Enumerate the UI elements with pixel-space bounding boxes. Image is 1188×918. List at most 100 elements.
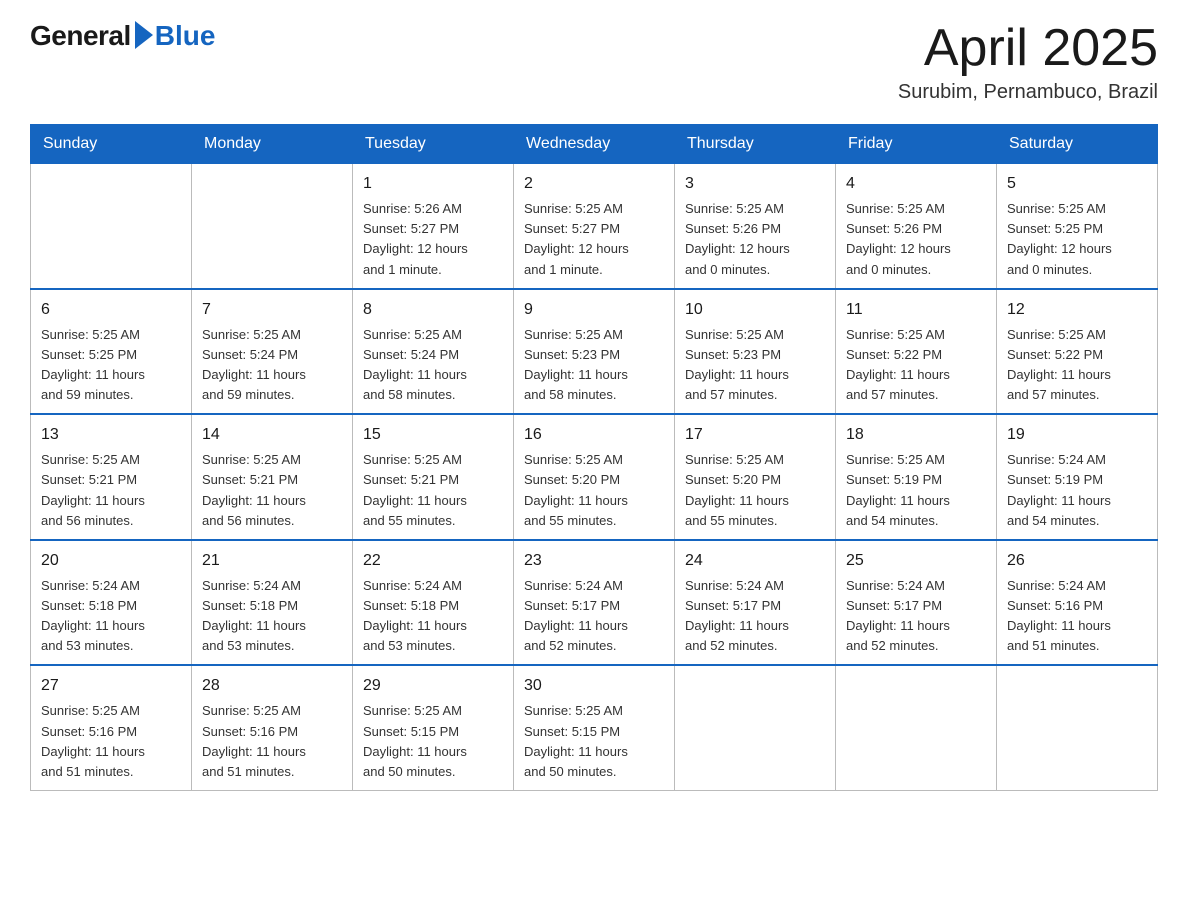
day-info: Sunrise: 5:25 AMSunset: 5:24 PMDaylight:… [202,325,342,406]
calendar-cell [675,665,836,790]
month-year-title: April 2025 [898,20,1158,77]
header-thursday: Thursday [675,125,836,164]
day-info: Sunrise: 5:24 AMSunset: 5:17 PMDaylight:… [685,576,825,657]
day-number: 15 [363,423,503,447]
day-info: Sunrise: 5:25 AMSunset: 5:15 PMDaylight:… [363,701,503,782]
day-info: Sunrise: 5:25 AMSunset: 5:26 PMDaylight:… [685,199,825,280]
day-number: 9 [524,298,664,322]
calendar-cell [192,164,353,289]
header-monday: Monday [192,125,353,164]
calendar-cell: 9 Sunrise: 5:25 AMSunset: 5:23 PMDaylight… [514,289,675,415]
day-info: Sunrise: 5:25 AMSunset: 5:21 PMDaylight:… [363,450,503,531]
calendar-cell: 10 Sunrise: 5:25 AMSunset: 5:23 PMDayligh… [675,289,836,415]
day-info: Sunrise: 5:24 AMSunset: 5:18 PMDaylight:… [363,576,503,657]
calendar-cell: 8Sunrise: 5:25 AMSunset: 5:24 PMDaylight… [353,289,514,415]
calendar-week-row: 1Sunrise: 5:26 AMSunset: 5:27 PMDaylight… [31,164,1158,289]
calendar-cell: 20 Sunrise: 5:24 AMSunset: 5:18 PMDayligh… [31,540,192,666]
day-number: 16 [524,423,664,447]
day-number: 21 [202,549,342,573]
day-number: 6 [41,298,181,322]
day-info: Sunrise: 5:25 AMSunset: 5:27 PMDaylight:… [524,199,664,280]
day-number: 11 [846,298,986,322]
day-number: 26 [1007,549,1147,573]
day-info: Sunrise: 5:24 AMSunset: 5:17 PMDaylight:… [846,576,986,657]
day-info: Sunrise: 5:25 AMSunset: 5:23 PMDaylight:… [685,325,825,406]
day-number: 13 [41,423,181,447]
day-number: 23 [524,549,664,573]
calendar-header-row: SundayMondayTuesdayWednesdayThursdayFrid… [31,125,1158,164]
header-tuesday: Tuesday [353,125,514,164]
day-info: Sunrise: 5:26 AMSunset: 5:27 PMDaylight:… [363,199,503,280]
calendar-week-row: 27 Sunrise: 5:25 AMSunset: 5:16 PMDayligh… [31,665,1158,790]
day-info: Sunrise: 5:24 AMSunset: 5:19 PMDaylight:… [1007,450,1147,531]
calendar-cell: 18 Sunrise: 5:25 AMSunset: 5:19 PMDayligh… [836,414,997,540]
day-info: Sunrise: 5:25 AMSunset: 5:15 PMDaylight:… [524,701,664,782]
day-info: Sunrise: 5:25 AMSunset: 5:21 PMDaylight:… [41,450,181,531]
calendar-cell: 30 Sunrise: 5:25 AMSunset: 5:15 PMDayligh… [514,665,675,790]
day-number: 28 [202,674,342,698]
day-info: Sunrise: 5:25 AMSunset: 5:20 PMDaylight:… [685,450,825,531]
day-number: 3 [685,172,825,196]
day-info: Sunrise: 5:25 AMSunset: 5:25 PMDaylight:… [1007,199,1147,280]
header-wednesday: Wednesday [514,125,675,164]
location-title: Surubim, Pernambuco, Brazil [898,81,1158,104]
day-number: 18 [846,423,986,447]
day-info: Sunrise: 5:25 AMSunset: 5:21 PMDaylight:… [202,450,342,531]
day-number: 27 [41,674,181,698]
calendar-cell: 24 Sunrise: 5:24 AMSunset: 5:17 PMDayligh… [675,540,836,666]
day-info: Sunrise: 5:25 AMSunset: 5:23 PMDaylight:… [524,325,664,406]
calendar-week-row: 13 Sunrise: 5:25 AMSunset: 5:21 PMDayligh… [31,414,1158,540]
calendar-cell: 7 Sunrise: 5:25 AMSunset: 5:24 PMDaylight… [192,289,353,415]
day-info: Sunrise: 5:25 AMSunset: 5:26 PMDaylight:… [846,199,986,280]
calendar-cell: 23 Sunrise: 5:24 AMSunset: 5:17 PMDayligh… [514,540,675,666]
calendar-cell: 5 Sunrise: 5:25 AMSunset: 5:25 PMDaylight… [997,164,1158,289]
day-info: Sunrise: 5:25 AMSunset: 5:16 PMDaylight:… [202,701,342,782]
day-number: 12 [1007,298,1147,322]
calendar-cell: 21 Sunrise: 5:24 AMSunset: 5:18 PMDayligh… [192,540,353,666]
day-number: 22 [363,549,503,573]
calendar-cell: 25Sunrise: 5:24 AMSunset: 5:17 PMDayligh… [836,540,997,666]
page-header: General Blue April 2025 Surubim, Pernamb… [30,20,1158,104]
calendar-cell: 11 Sunrise: 5:25 AMSunset: 5:22 PMDayligh… [836,289,997,415]
day-info: Sunrise: 5:24 AMSunset: 5:18 PMDaylight:… [41,576,181,657]
logo-blue-text: Blue [155,20,216,52]
day-number: 8 [363,298,503,322]
calendar-cell: 26 Sunrise: 5:24 AMSunset: 5:16 PMDayligh… [997,540,1158,666]
calendar-cell: 3 Sunrise: 5:25 AMSunset: 5:26 PMDaylight… [675,164,836,289]
title-section: April 2025 Surubim, Pernambuco, Brazil [898,20,1158,104]
calendar-week-row: 20 Sunrise: 5:24 AMSunset: 5:18 PMDayligh… [31,540,1158,666]
day-info: Sunrise: 5:25 AMSunset: 5:25 PMDaylight:… [41,325,181,406]
calendar-cell: 15 Sunrise: 5:25 AMSunset: 5:21 PMDayligh… [353,414,514,540]
calendar-cell: 13 Sunrise: 5:25 AMSunset: 5:21 PMDayligh… [31,414,192,540]
day-number: 24 [685,549,825,573]
calendar-cell: 1Sunrise: 5:26 AMSunset: 5:27 PMDaylight… [353,164,514,289]
logo: General Blue [30,20,215,52]
day-info: Sunrise: 5:25 AMSunset: 5:22 PMDaylight:… [846,325,986,406]
calendar-cell: 4Sunrise: 5:25 AMSunset: 5:26 PMDaylight… [836,164,997,289]
calendar-cell [836,665,997,790]
day-info: Sunrise: 5:25 AMSunset: 5:19 PMDaylight:… [846,450,986,531]
day-info: Sunrise: 5:25 AMSunset: 5:16 PMDaylight:… [41,701,181,782]
day-info: Sunrise: 5:24 AMSunset: 5:16 PMDaylight:… [1007,576,1147,657]
day-number: 14 [202,423,342,447]
calendar-cell: 17Sunrise: 5:25 AMSunset: 5:20 PMDayligh… [675,414,836,540]
day-number: 30 [524,674,664,698]
calendar-cell: 27 Sunrise: 5:25 AMSunset: 5:16 PMDayligh… [31,665,192,790]
calendar-table: SundayMondayTuesdayWednesdayThursdayFrid… [30,124,1158,791]
day-number: 19 [1007,423,1147,447]
calendar-cell [997,665,1158,790]
calendar-week-row: 6 Sunrise: 5:25 AMSunset: 5:25 PMDaylight… [31,289,1158,415]
day-info: Sunrise: 5:24 AMSunset: 5:17 PMDaylight:… [524,576,664,657]
header-saturday: Saturday [997,125,1158,164]
logo-arrow-icon [135,21,153,49]
day-info: Sunrise: 5:25 AMSunset: 5:20 PMDaylight:… [524,450,664,531]
calendar-cell: 19 Sunrise: 5:24 AMSunset: 5:19 PMDayligh… [997,414,1158,540]
day-number: 10 [685,298,825,322]
day-number: 20 [41,549,181,573]
calendar-cell: 14 Sunrise: 5:25 AMSunset: 5:21 PMDayligh… [192,414,353,540]
calendar-cell: 16 Sunrise: 5:25 AMSunset: 5:20 PMDayligh… [514,414,675,540]
day-number: 5 [1007,172,1147,196]
calendar-cell: 12Sunrise: 5:25 AMSunset: 5:22 PMDayligh… [997,289,1158,415]
day-info: Sunrise: 5:24 AMSunset: 5:18 PMDaylight:… [202,576,342,657]
day-number: 7 [202,298,342,322]
